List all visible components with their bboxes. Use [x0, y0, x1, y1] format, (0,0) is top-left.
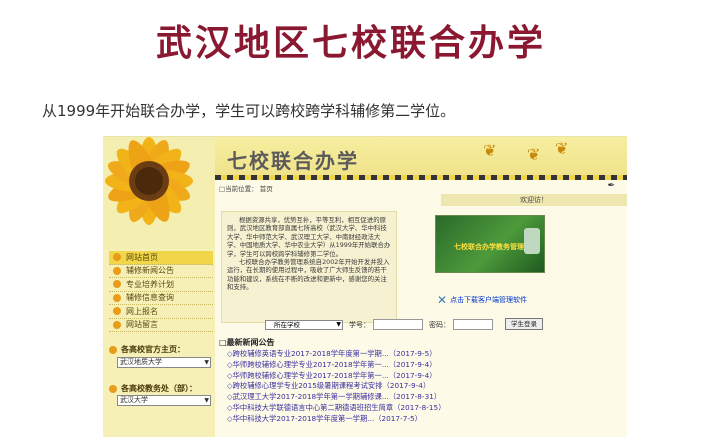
bullet-icon [113, 293, 121, 302]
bullet-icon [113, 307, 121, 316]
chevron-down-icon: ▼ [336, 321, 341, 328]
menu-label: 辅修新闻公告 [126, 266, 174, 276]
intro-paragraph: 七校联合办学教务管理系统自2002年开始开发并投入运行，在长期的使用过程中，吸收… [227, 258, 390, 292]
menu-label: 网站首页 [126, 252, 158, 262]
site-logo: 七校联合办学 [227, 149, 359, 173]
section-label: 各高校教务处（部）： [121, 384, 197, 393]
menu-item-home[interactable]: 网站首页 [109, 251, 213, 265]
tree-icon [524, 228, 540, 254]
intro-paragraph: 根据资源共享，优势互补，平等互利，相互促进的原则，武汉地区教育部直属七所高校（武… [227, 216, 391, 258]
select-value: 武汉大学 [120, 396, 148, 404]
bullet-icon [113, 253, 121, 262]
office-select[interactable]: 武汉大学 ▼ [117, 395, 211, 406]
pen-icon: ✒ [607, 181, 615, 191]
download-label: 点击下载客户端管理软件 [450, 296, 528, 304]
left-sidebar: 网站首页 辅修新闻公告 专业培养计划 辅修信息查询 网上报名 网站留言 各高校官… [103, 137, 215, 437]
menu-label: 网站留言 [126, 320, 158, 330]
chevron-down-icon: ▼ [204, 359, 209, 366]
menu-item-plan[interactable]: 专业培养计划 [109, 278, 213, 292]
news-item[interactable]: ◇华师跨校辅修心理学专业2017-2018学年第一...（2017-9-4） [227, 360, 617, 371]
butterfly-icon: ❦ [527, 145, 541, 164]
login-button[interactable]: 学生登录 [505, 318, 543, 330]
student-no-input[interactable] [373, 319, 423, 330]
chevron-down-icon: ▼ [204, 397, 209, 404]
menu-item-news[interactable]: 辅修新闻公告 [109, 265, 213, 278]
section-offices: 各高校教务处（部）： [109, 383, 197, 394]
password-label: 密码： [429, 321, 450, 329]
news-item[interactable]: ◇跨校辅修心理学专业2015级暑期课程考试安排（2017-9-4） [227, 381, 617, 392]
menu-label: 网上报名 [126, 306, 158, 316]
site-banner: 七校联合办学 ❦ ❦ ❦ [215, 137, 627, 177]
menu-item-query[interactable]: 辅修信息查询 [109, 292, 213, 305]
news-item[interactable]: ◇华师跨校辅修心理学专业2017-2018学年第一...（2017-9-4） [227, 371, 617, 382]
sunflower-image [103, 137, 215, 249]
news-item[interactable]: ◇华中科技大学联德语言中心第二期德语班招生简章（2017-8-15） [227, 403, 617, 414]
welcome-bar: 欢迎访！ [441, 194, 627, 206]
section-label: 各高校官方主页： [121, 345, 185, 354]
news-heading: □最新新闻公告 [219, 338, 275, 347]
student-no-label: 学号： [349, 321, 370, 329]
select-value: 武汉地质大学 [120, 358, 162, 366]
download-icon: ✕ [437, 293, 448, 307]
news-item[interactable]: ◇华中科技大学2017-2018学年度第一学期...（2017-7-5） [227, 414, 617, 425]
menu-label: 辅修信息查询 [126, 293, 174, 303]
bullet-icon [113, 266, 121, 275]
bullet-icon [109, 384, 117, 393]
menu-label: 专业培养计划 [126, 279, 174, 289]
butterfly-icon: ❦ [483, 141, 497, 160]
homepage-select[interactable]: 武汉地质大学 ▼ [117, 357, 211, 368]
bullet-icon [113, 280, 121, 289]
page-title: 武汉地区七校联合办学 [155, 22, 546, 64]
news-item[interactable]: ◇武汉理工大学2017-2018学年第一学期辅修课...（2017-8-31） [227, 392, 617, 403]
school-select[interactable]: 所在学校 ▼ [265, 320, 343, 330]
menu-item-signup[interactable]: 网上报名 [109, 305, 213, 319]
section-homepages: 各高校官方主页： [109, 344, 185, 355]
website-screenshot: 网站首页 辅修新闻公告 专业培养计划 辅修信息查询 网上报名 网站留言 各高校官… [103, 136, 627, 437]
select-value: 所在学校 [274, 321, 300, 329]
menu-item-message[interactable]: 网站留言 [109, 319, 213, 332]
butterfly-icon: ❦ [555, 139, 569, 158]
bullet-icon [113, 320, 121, 329]
breadcrumb: □当前位置： 首页 [219, 185, 273, 193]
news-item[interactable]: ◇跨校辅修英语专业2017-2018学年度第一学期...（2017-9-5） [227, 349, 617, 360]
decorative-stripe [215, 175, 627, 180]
download-link[interactable]: ✕ 点击下载客户端管理软件 [437, 293, 527, 307]
news-list: ◇跨校辅修英语专业2017-2018学年度第一学期...（2017-9-5） ◇… [227, 349, 617, 425]
caption-text: 从1999年开始联合办学，学生可以跨校跨学科辅修第二学位。 [42, 102, 456, 120]
system-banner-image[interactable]: 七校联合办学教务管理系统 [435, 215, 545, 273]
intro-panel: 根据资源共享，优势互补，平等互利，相互促进的原则，武汉地区教育部直属七所高校（武… [221, 211, 397, 323]
password-input[interactable] [453, 319, 493, 330]
nav-menu: 网站首页 辅修新闻公告 专业培养计划 辅修信息查询 网上报名 网站留言 [109, 251, 213, 332]
main-area: 七校联合办学 ❦ ❦ ❦ □当前位置： 首页 ✒ 欢迎访！ 根据资源共享，优势互… [215, 137, 627, 437]
bullet-icon [109, 345, 117, 354]
